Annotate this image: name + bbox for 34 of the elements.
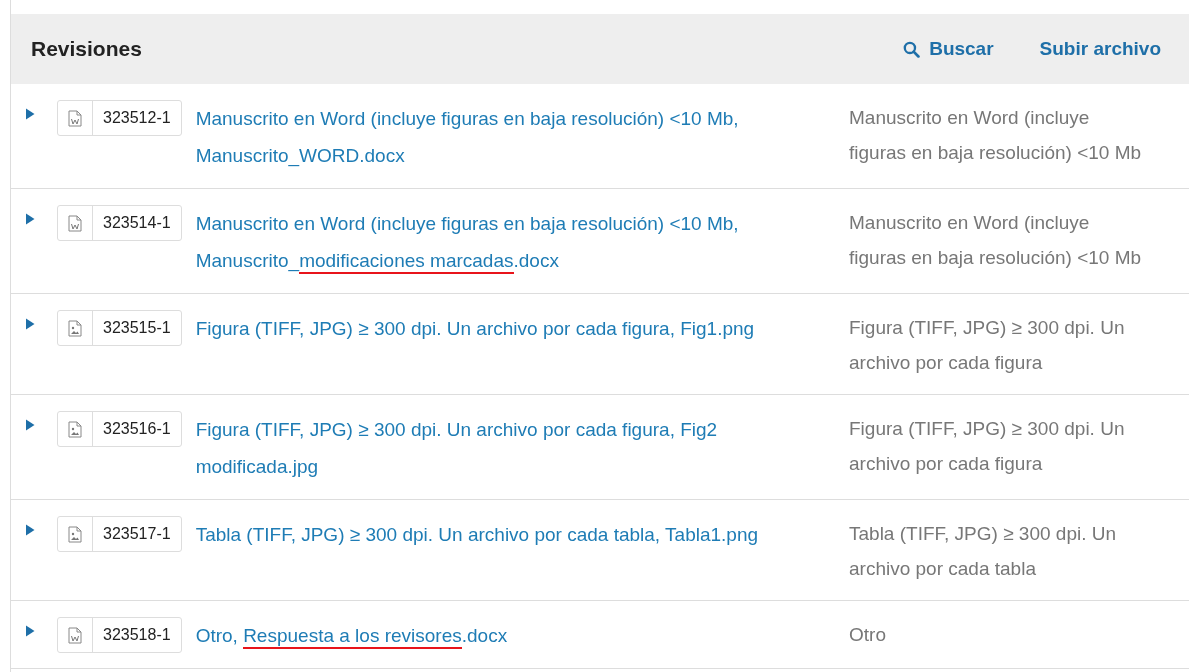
file-id-badge: 323515-1 bbox=[57, 310, 182, 346]
file-id-badge: 323518-1 bbox=[57, 617, 182, 653]
file-description: Manuscrito en Word (incluye figuras en baja resolución) <10 Mb bbox=[849, 211, 1143, 270]
file-link[interactable]: Figura (TIFF, JPG) ≥ 300 dpi. Un archivo por cada figura, Fig1.png bbox=[195, 310, 839, 347]
image-file-icon bbox=[68, 525, 82, 543]
file-link[interactable]: Otro, Respuesta a los revisores.docx bbox=[195, 617, 839, 654]
file-id-badge: 323514-1 bbox=[57, 205, 182, 241]
upload-link[interactable]: Subir archivo bbox=[1039, 38, 1161, 60]
file-id-badge: 323512-1 bbox=[57, 100, 182, 136]
file-link[interactable]: Manuscrito en Word (incluye figuras en baja resolución) <10 Mb, Manuscrito_modificaciones marcadas.docx bbox=[195, 205, 839, 279]
search-link[interactable]: Buscar bbox=[903, 38, 994, 60]
file-description: Figura (TIFF, JPG) ≥ 300 dpi. Un archivo por cada figura bbox=[849, 417, 1126, 476]
caret-icon bbox=[25, 524, 35, 536]
caret-icon bbox=[25, 625, 35, 637]
caret-icon bbox=[25, 213, 35, 225]
file-id-badge: 323516-1 bbox=[57, 411, 182, 447]
word-document-icon bbox=[68, 214, 82, 232]
file-link[interactable]: Figura (TIFF, JPG) ≥ 300 dpi. Un archivo por cada figura, Fig2 modificada.jpg bbox=[195, 411, 839, 485]
file-description: Manuscrito en Word (incluye figuras en baja resolución) <10 Mb bbox=[849, 106, 1143, 165]
search-icon bbox=[903, 40, 921, 58]
word-document-icon bbox=[68, 626, 82, 644]
image-file-icon bbox=[68, 420, 82, 438]
file-description: Otro bbox=[849, 623, 887, 647]
caret-icon bbox=[25, 108, 35, 120]
file-description: Figura (TIFF, JPG) ≥ 300 dpi. Un archivo por cada figura bbox=[849, 316, 1126, 375]
panel-title: Revisiones bbox=[31, 37, 142, 61]
file-id-badge: 323517-1 bbox=[57, 516, 182, 552]
file-link[interactable]: Manuscrito en Word (incluye figuras en baja resolución) <10 Mb, Manuscrito_WORD.docx bbox=[195, 100, 839, 174]
caret-icon bbox=[25, 419, 35, 431]
file-description: Tabla (TIFF, JPG) ≥ 300 dpi. Un archivo por cada tabla bbox=[849, 522, 1118, 581]
caret-icon bbox=[25, 318, 35, 330]
word-document-icon bbox=[68, 109, 82, 127]
image-file-icon bbox=[68, 319, 82, 337]
file-link[interactable]: Tabla (TIFF, JPG) ≥ 300 dpi. Un archivo por cada tabla, Tabla1.png bbox=[195, 516, 839, 553]
